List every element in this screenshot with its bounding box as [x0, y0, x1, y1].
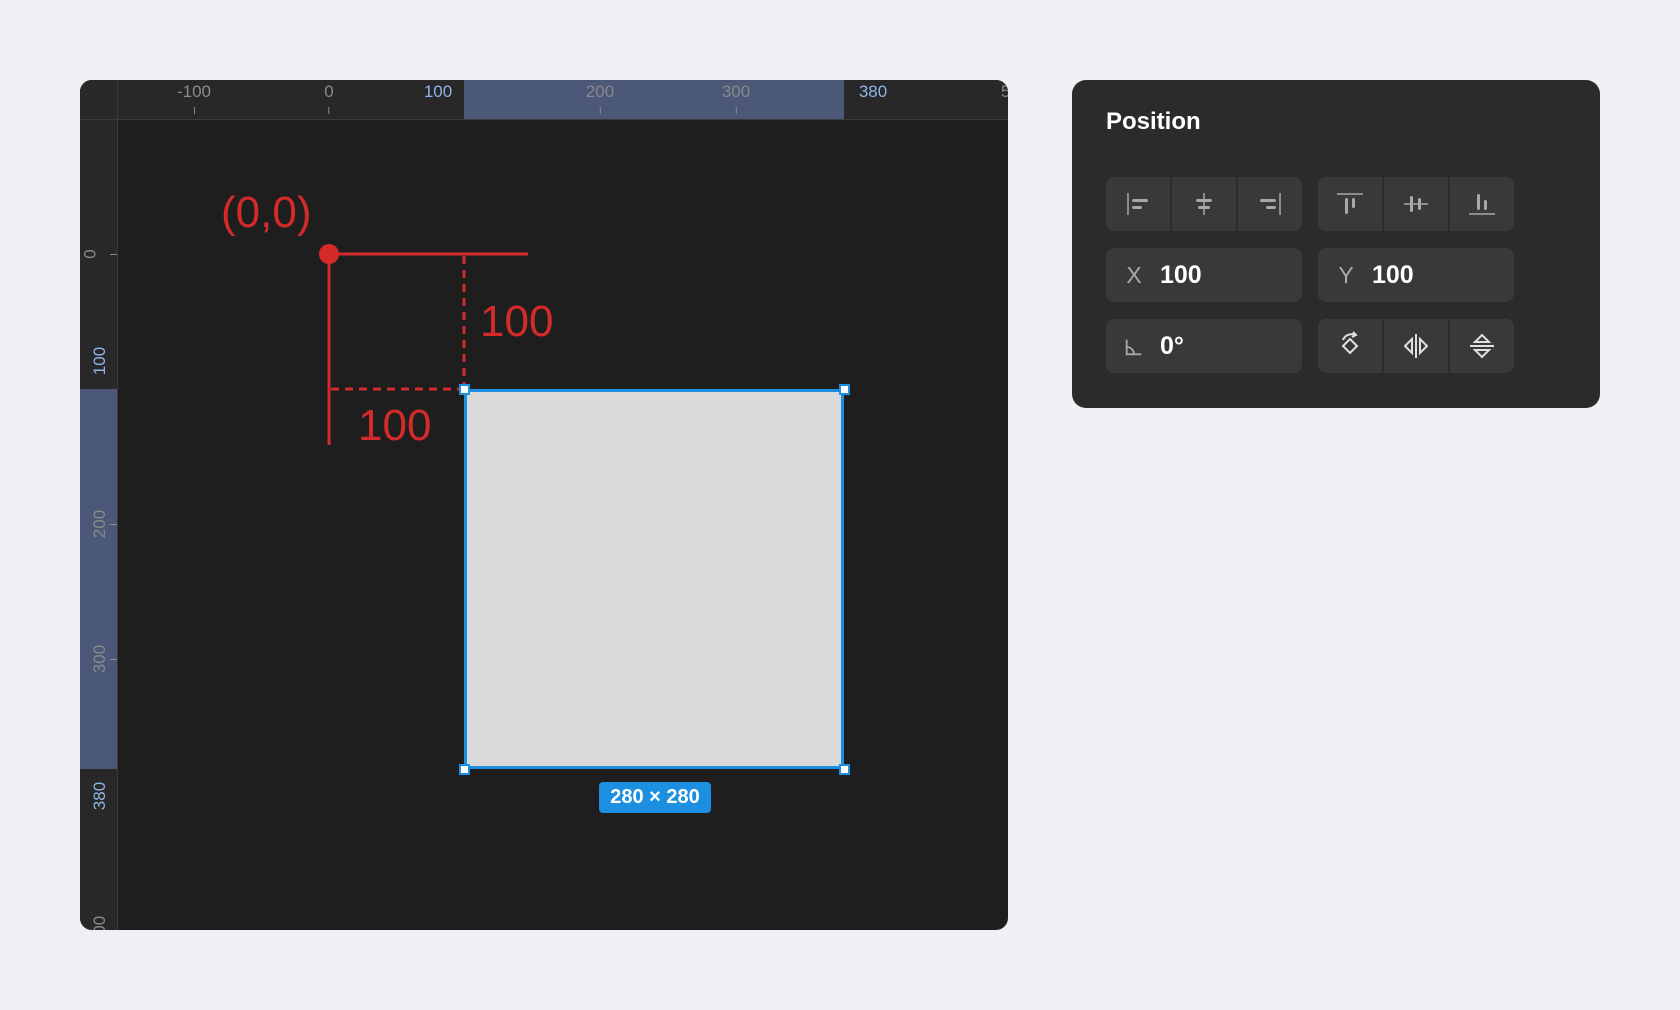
- panel-title: Position: [1106, 108, 1201, 135]
- horizontal-align-group: [1106, 177, 1302, 231]
- resize-handle-bottom-left[interactable]: [459, 764, 470, 775]
- x-label: X: [1126, 261, 1142, 288]
- position-panel: Position X 100 Y 100 0°: [1072, 80, 1600, 408]
- design-canvas[interactable]: -100 0 100 200 300 380 500 0 100 200 300…: [80, 80, 1008, 930]
- align-left-icon: [1127, 193, 1148, 215]
- resize-handle-bottom-right[interactable]: [839, 764, 850, 775]
- resize-handle-top-left[interactable]: [459, 384, 470, 395]
- offset-x-label: 100: [358, 401, 432, 450]
- y-label: Y: [1338, 261, 1354, 288]
- y-position-input[interactable]: [1372, 260, 1472, 290]
- y-position-field[interactable]: Y: [1318, 248, 1514, 302]
- rotate-button[interactable]: [1318, 319, 1382, 373]
- resize-handle-top-right[interactable]: [839, 384, 850, 395]
- align-top-button[interactable]: [1318, 177, 1382, 231]
- flip-vertical-button[interactable]: [1450, 319, 1514, 373]
- angle-icon: [1108, 333, 1160, 360]
- transform-group: [1318, 319, 1514, 373]
- rotation-input[interactable]: [1160, 331, 1260, 361]
- align-bottom-icon: [1469, 194, 1495, 215]
- origin-label: (0,0): [221, 188, 312, 237]
- x-position-field[interactable]: X: [1106, 248, 1302, 302]
- align-right-icon: [1260, 193, 1281, 215]
- align-bottom-button[interactable]: [1450, 177, 1514, 231]
- align-center-horizontal-button[interactable]: [1172, 177, 1236, 231]
- align-center-vertical-button[interactable]: [1384, 177, 1448, 231]
- size-badge: 280 × 280: [599, 782, 711, 813]
- rotate-icon: [1341, 331, 1359, 355]
- ruler-corner: [80, 80, 118, 120]
- x-position-input[interactable]: [1160, 260, 1260, 290]
- offset-y-label: 100: [480, 297, 554, 346]
- flip-horizontal-icon: [1403, 334, 1429, 358]
- vertical-align-group: [1318, 177, 1514, 231]
- align-top-icon: [1337, 193, 1363, 214]
- align-right-button[interactable]: [1238, 177, 1302, 231]
- flip-vertical-icon: [1470, 333, 1494, 359]
- flip-horizontal-button[interactable]: [1384, 319, 1448, 373]
- align-center-vertical-icon: [1404, 196, 1428, 212]
- align-left-button[interactable]: [1106, 177, 1170, 231]
- align-center-horizontal-icon: [1196, 193, 1212, 215]
- rotation-field[interactable]: [1106, 319, 1302, 373]
- selected-rectangle[interactable]: [464, 389, 844, 769]
